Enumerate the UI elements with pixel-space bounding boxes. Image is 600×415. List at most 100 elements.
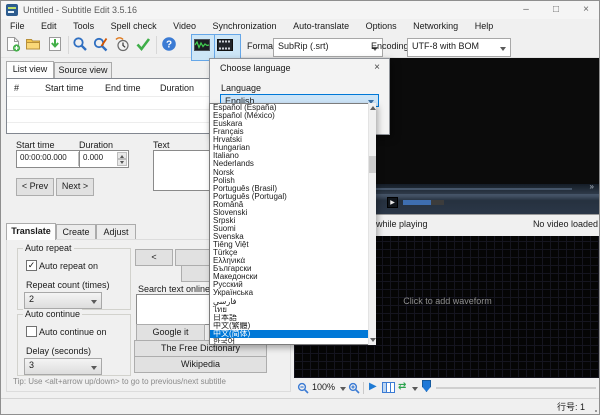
auto-repeat-group: Auto repeat ✓ Auto repeat on Repeat coun…: [17, 248, 131, 310]
google-it-button[interactable]: Google it: [136, 324, 205, 341]
seek-track[interactable]: [376, 188, 572, 190]
language-option[interactable]: Македонски: [210, 273, 368, 281]
language-option[interactable]: ไทย: [210, 306, 368, 314]
tab-create[interactable]: Create: [56, 224, 96, 240]
language-option[interactable]: Български: [210, 265, 368, 273]
tab-adjust[interactable]: Adjust: [96, 224, 136, 240]
video-player: » ▶ while playing No video loaded: [372, 58, 600, 234]
scroll-down-icon[interactable]: [370, 338, 376, 342]
video-screen[interactable]: [373, 58, 600, 184]
language-option[interactable]: Slovenski: [210, 209, 368, 217]
save-icon[interactable]: [47, 36, 65, 54]
seek-marks: »: [590, 182, 594, 191]
language-option[interactable]: Svenska: [210, 233, 368, 241]
open-file-icon[interactable]: [25, 36, 43, 54]
visual-sync-icon[interactable]: [114, 36, 132, 54]
find-icon[interactable]: [72, 36, 90, 54]
wave-zoom-out-icon[interactable]: [297, 382, 309, 396]
menu-help[interactable]: Help: [468, 19, 501, 33]
language-option[interactable]: Español (México): [210, 112, 368, 120]
help-icon[interactable]: ?: [161, 36, 179, 54]
wave-zoom-value[interactable]: 100%: [312, 382, 335, 392]
scroll-up-icon[interactable]: [370, 106, 376, 110]
language-option[interactable]: Hrvatski: [210, 136, 368, 144]
encoding-value: UTF-8 with BOM: [412, 41, 479, 51]
language-option[interactable]: Suomi: [210, 225, 368, 233]
language-option[interactable]: Tiếng Việt: [210, 241, 368, 249]
language-option[interactable]: Français: [210, 128, 368, 136]
language-option[interactable]: 中文(简体): [210, 330, 368, 338]
language-option[interactable]: 中文(繁體): [210, 322, 368, 330]
language-option[interactable]: Português (Portugal): [210, 193, 368, 201]
volume-slider[interactable]: [403, 200, 431, 205]
volume-slider-remainder[interactable]: [431, 200, 444, 205]
menu-spell-check[interactable]: Spell check: [104, 19, 164, 33]
menu-file[interactable]: File: [3, 19, 32, 33]
dialog-close-icon[interactable]: ×: [368, 61, 386, 75]
language-option[interactable]: Srpski: [210, 217, 368, 225]
new-file-icon[interactable]: [5, 36, 23, 54]
scrollbar-thumb[interactable]: [369, 156, 376, 173]
language-option[interactable]: Nederlands: [210, 160, 368, 168]
language-option[interactable]: Türkçe: [210, 249, 368, 257]
spell-check-icon[interactable]: [135, 36, 153, 54]
chevron-down-icon[interactable]: [412, 387, 418, 391]
language-option[interactable]: Українська: [210, 289, 368, 297]
tab-list-view[interactable]: List view: [6, 61, 54, 78]
language-option[interactable]: فارسي: [210, 298, 368, 306]
delay-select[interactable]: 3: [24, 358, 102, 375]
language-option[interactable]: Euskara: [210, 120, 368, 128]
menu-video[interactable]: Video: [166, 19, 203, 33]
language-option[interactable]: Português (Brasil): [210, 185, 368, 193]
play-back-button[interactable]: <: [135, 249, 173, 266]
dropdown-scrollbar[interactable]: [368, 103, 376, 345]
auto-repeat-checkbox[interactable]: ✓: [26, 260, 37, 271]
menu-edit[interactable]: Edit: [34, 19, 64, 33]
maximize-button[interactable]: □: [541, 1, 571, 19]
tab-translate[interactable]: Translate: [6, 223, 56, 240]
language-option[interactable]: Norsk: [210, 169, 368, 177]
wikipedia-button[interactable]: Wikipedia: [134, 356, 267, 373]
menu-synchronization[interactable]: Synchronization: [206, 19, 284, 33]
language-option[interactable]: 한국어: [210, 338, 368, 345]
wave-zoom-in-icon[interactable]: [348, 382, 360, 396]
while-playing-label: while playing: [376, 215, 428, 234]
language-option[interactable]: Hungarian: [210, 144, 368, 152]
language-option[interactable]: Ελληνικά: [210, 257, 368, 265]
tab-source-view[interactable]: Source view: [54, 62, 112, 78]
video-play-button[interactable]: ▶: [387, 197, 398, 208]
language-option[interactable]: 日本語: [210, 314, 368, 322]
menu-tools[interactable]: Tools: [66, 19, 101, 33]
menu-networking[interactable]: Networking: [406, 19, 465, 33]
menu-options[interactable]: Options: [359, 19, 404, 33]
search-online-label: Search text online: [138, 284, 210, 294]
waveform-position-track[interactable]: [436, 387, 596, 389]
resize-grip[interactable]: [595, 410, 597, 412]
language-option[interactable]: Română: [210, 201, 368, 209]
language-option[interactable]: Polish: [210, 177, 368, 185]
next-button[interactable]: Next >: [56, 178, 94, 196]
menu-auto-translate[interactable]: Auto-translate: [286, 19, 356, 33]
wave-columns-icon[interactable]: [382, 381, 395, 396]
toggle-video-icon[interactable]: [214, 34, 241, 61]
wave-play-icon[interactable]: ▶: [369, 381, 377, 392]
prev-button[interactable]: < Prev: [16, 178, 54, 196]
close-button[interactable]: ×: [571, 1, 600, 19]
repeat-count-select[interactable]: 2: [24, 292, 102, 309]
duration-stepper[interactable]: [117, 152, 127, 166]
video-seek-bar[interactable]: »: [373, 184, 600, 194]
duration-input[interactable]: 0.000: [79, 150, 129, 168]
wave-sync-scroll-icon[interactable]: ⇄: [398, 381, 406, 392]
chevron-down-icon[interactable]: [340, 387, 346, 391]
format-select[interactable]: SubRip (.srt): [273, 38, 383, 57]
language-option[interactable]: Русский: [210, 281, 368, 289]
replace-icon[interactable]: [93, 36, 111, 54]
encoding-select[interactable]: UTF-8 with BOM: [407, 38, 511, 57]
auto-continue-checkbox[interactable]: [26, 326, 37, 337]
waveform-position-marker[interactable]: [422, 380, 431, 392]
dialog-title: Choose language: [220, 63, 291, 73]
language-option[interactable]: Italiano: [210, 152, 368, 160]
auto-repeat-group-label: Auto repeat: [23, 243, 74, 253]
minimize-button[interactable]: –: [511, 1, 541, 19]
language-option[interactable]: Español (España): [210, 104, 368, 112]
